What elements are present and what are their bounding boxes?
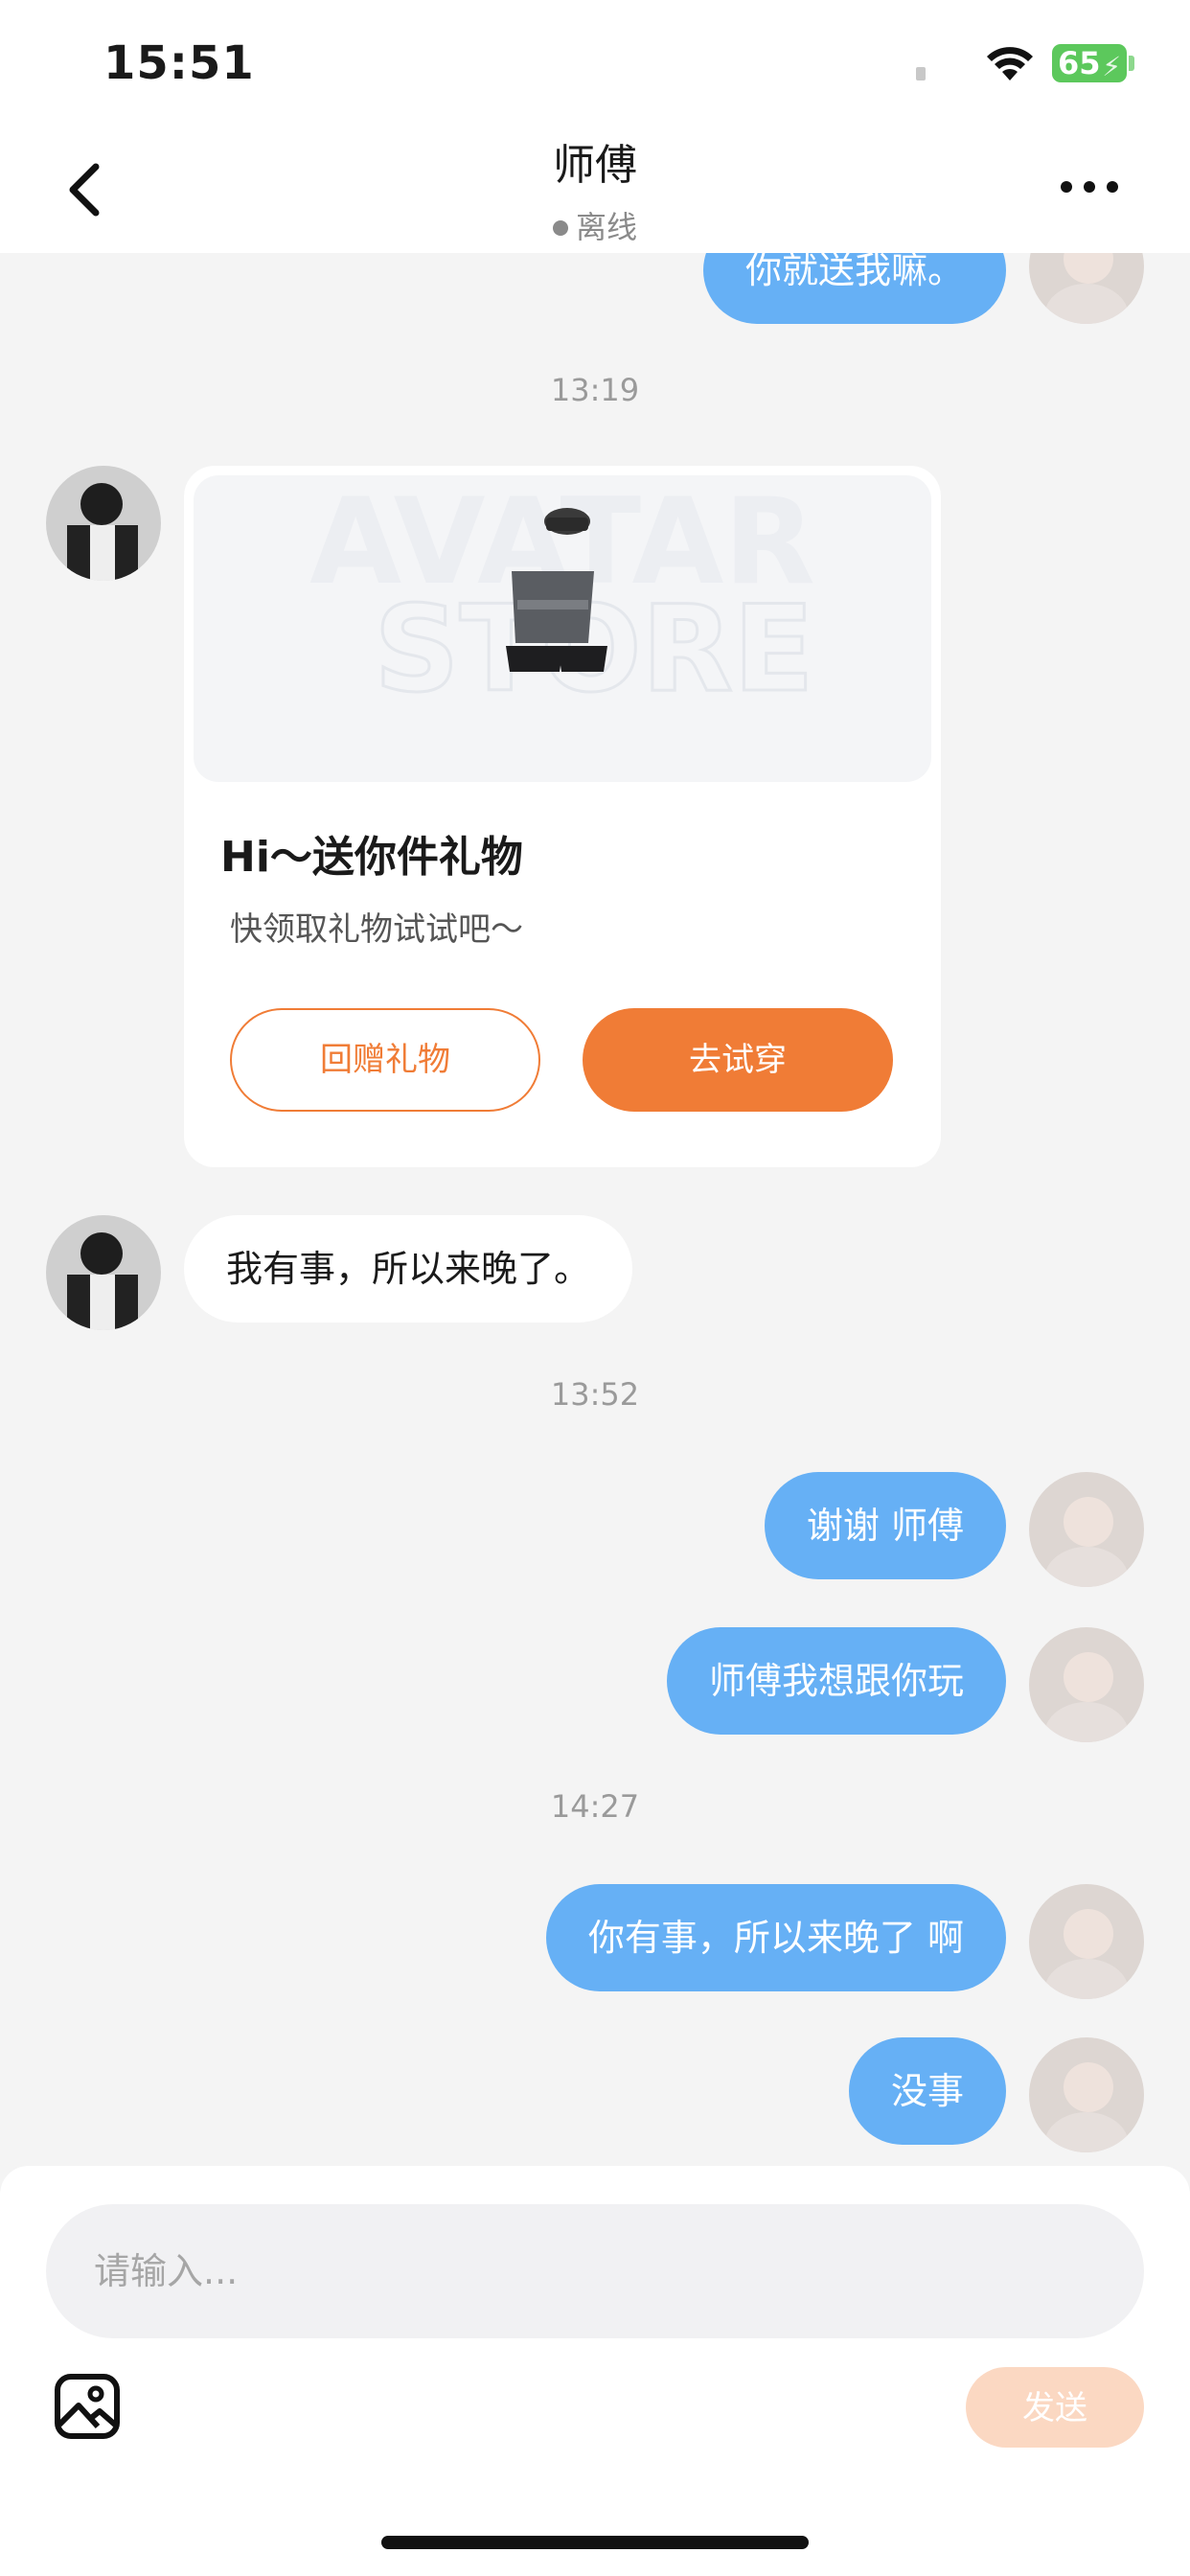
- presence-dot-icon: [552, 220, 568, 236]
- gift-subtitle: 快领取礼物试试吧～: [230, 910, 523, 949]
- message-bubble-sent[interactable]: 没事: [848, 2037, 1006, 2145]
- signal-dot-icon: [916, 67, 926, 80]
- send-button[interactable]: 发送: [966, 2367, 1144, 2448]
- battery-cap-icon: [1129, 56, 1134, 71]
- more-options-icon[interactable]: [1060, 180, 1119, 194]
- chat-header: 师傅 离线: [0, 125, 1190, 253]
- contact-avatar[interactable]: [46, 466, 161, 581]
- my-avatar[interactable]: [1029, 2037, 1144, 2152]
- charging-bolt-icon: ⚡: [1102, 51, 1121, 82]
- gift-title: Hi～送你件礼物: [220, 833, 523, 882]
- timestamp: 13:52: [550, 1376, 640, 1413]
- my-avatar[interactable]: [1029, 253, 1144, 324]
- return-gift-button[interactable]: 回赠礼物: [230, 1008, 540, 1112]
- try-on-button[interactable]: 去试穿: [583, 1008, 893, 1112]
- status-bar: 15:51 65 ⚡: [0, 0, 1190, 125]
- battery-level: 65: [1058, 45, 1101, 81]
- message-bubble-sent[interactable]: 谢谢 师傅: [764, 1472, 1006, 1579]
- status-time: 15:51: [103, 36, 255, 90]
- timestamp: 14:27: [550, 1788, 640, 1825]
- message-bubble-received[interactable]: 我有事，所以来晚了。: [184, 1215, 633, 1322]
- message-input[interactable]: [46, 2204, 1144, 2338]
- home-indicator[interactable]: [381, 2536, 809, 2549]
- contact-name: 师傅: [553, 141, 637, 190]
- presence-status: 离线: [0, 203, 1190, 247]
- image-picker-icon[interactable]: [54, 2373, 121, 2440]
- my-avatar[interactable]: [1029, 1472, 1144, 1587]
- battery-indicator: 65 ⚡: [1052, 44, 1127, 82]
- chat-area[interactable]: 你就送我嘛。 13:19 AVATAR STORE Hi～送你件礼物 快领取礼物…: [0, 253, 1190, 2166]
- message-bubble-sent[interactable]: 师傅我想跟你玩: [666, 1627, 1006, 1735]
- composer: 发送: [0, 2166, 1190, 2576]
- contact-avatar[interactable]: [46, 1215, 161, 1330]
- my-avatar[interactable]: [1029, 1627, 1144, 1742]
- my-avatar[interactable]: [1029, 1884, 1144, 1999]
- presence-label: 离线: [575, 209, 637, 245]
- message-bubble-sent[interactable]: 你有事，所以来晚了 啊: [545, 1884, 1006, 1991]
- timestamp: 13:19: [550, 372, 640, 408]
- message-bubble-sent[interactable]: 你就送我嘛。: [702, 253, 1006, 324]
- wifi-icon: [987, 47, 1033, 80]
- gift-card[interactable]: AVATAR STORE Hi～送你件礼物 快领取礼物试试吧～ 回赠礼物 去试穿: [184, 466, 941, 1167]
- gift-preview-image: AVATAR STORE: [194, 475, 931, 782]
